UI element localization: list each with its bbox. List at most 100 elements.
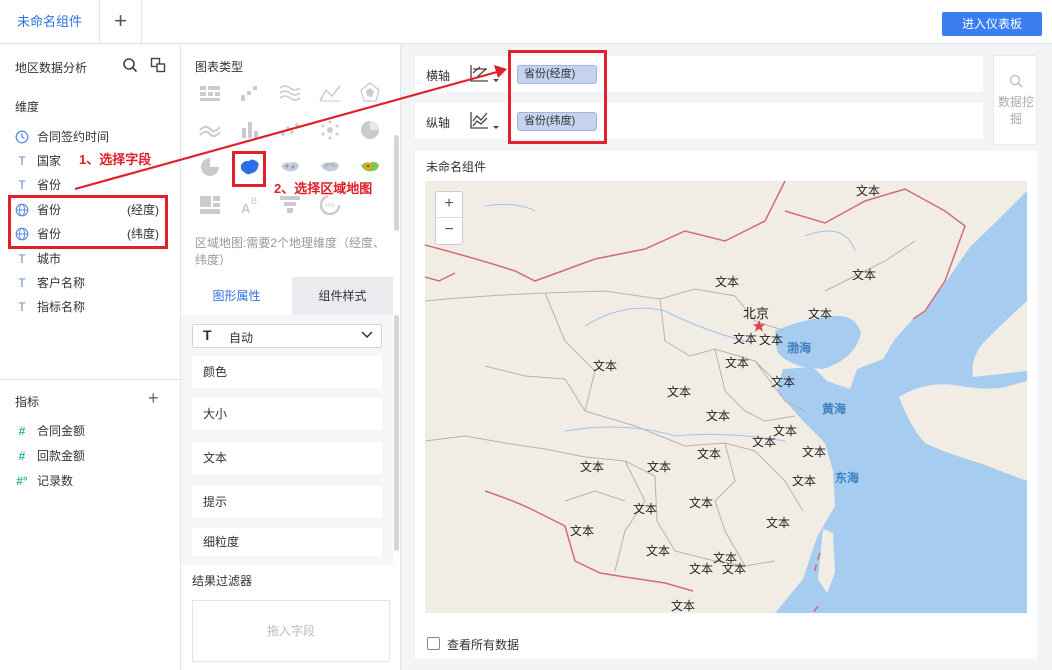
- chart-type-description: 区域地图:需要2个地理维度（经度、纬度）: [195, 236, 386, 267]
- dimension-field-customer[interactable]: T 客户名称: [15, 273, 165, 293]
- step-bar-chart-icon[interactable]: [238, 81, 262, 105]
- annotation-step1-text: 1、选择字段: [79, 152, 152, 167]
- map-point-label: 文本: [633, 502, 658, 516]
- data-mining-button[interactable]: 数据挖掘: [993, 55, 1037, 145]
- tab-component-style[interactable]: 组件样式: [292, 277, 393, 315]
- point-map-chart-icon[interactable]: [278, 155, 302, 179]
- pie-chart-icon[interactable]: [358, 118, 382, 142]
- map-point-label: 文本: [773, 424, 798, 438]
- prop-text[interactable]: 文本: [192, 442, 382, 474]
- prop-size[interactable]: 大小: [192, 398, 382, 430]
- graph-properties-area: T 自动 颜色 大小 文本 提示 细粒度: [181, 315, 393, 565]
- add-tab-button[interactable]: +: [100, 0, 142, 44]
- chart-type-panel: 图表类型 AB 60% 区域地图:需要2个地理维度（经度、纬度） 图形属性 组件…: [181, 45, 401, 670]
- checkbox-box[interactable]: [427, 637, 440, 650]
- number-type-icon: #: [18, 449, 26, 463]
- map-point-label: 文本: [593, 359, 618, 373]
- y-axis-row[interactable]: 纵轴 省份(纬度): [415, 103, 983, 139]
- map-zoom-control: + −: [435, 191, 463, 245]
- bar-chart-icon[interactable]: [238, 118, 262, 142]
- tab-unnamed-component[interactable]: 未命名组件: [0, 0, 100, 44]
- panel-divider: [0, 379, 181, 380]
- map-point-label: 文本: [646, 544, 671, 558]
- data-mining-icon: [1009, 74, 1023, 88]
- annotation-box-axes: [508, 50, 607, 144]
- bubble-chart-icon[interactable]: [318, 118, 342, 142]
- shape-type-select[interactable]: T 自动: [192, 324, 382, 348]
- map-point-label: 文本: [722, 562, 747, 576]
- metric-field-payment-amount[interactable]: # 回款金额: [15, 446, 165, 466]
- map-point-label: 文本: [752, 435, 777, 449]
- prop-color[interactable]: 颜色: [192, 356, 382, 388]
- prop-tooltip[interactable]: 提示: [192, 486, 382, 518]
- metric-field-record-count[interactable]: #° 记录数: [15, 471, 165, 491]
- filter-drop-zone[interactable]: 拖入字段: [192, 600, 390, 662]
- map-point-label: 文本: [697, 447, 722, 461]
- search-icon[interactable]: [122, 57, 138, 73]
- cross-table-chart-icon[interactable]: [198, 81, 222, 105]
- word-cloud-chart-icon[interactable]: AB: [238, 193, 262, 217]
- donut-chart-icon[interactable]: [198, 155, 222, 179]
- svg-text:60%: 60%: [325, 203, 336, 209]
- switch-dataset-icon[interactable]: [150, 57, 166, 73]
- map-point-label: 文本: [852, 268, 877, 282]
- map-point-label: 文本: [733, 332, 758, 346]
- annotation-box-fields: [8, 195, 168, 249]
- y-axis-label: 纵轴: [426, 116, 451, 130]
- map-point-label: 文本: [766, 516, 791, 530]
- region-map[interactable]: + − 北京 渤海 黄海 东海 文本 文本 文本 文本 文本 文本 文本 文本 …: [425, 181, 1027, 613]
- area-chart-icon[interactable]: [318, 81, 342, 105]
- annotation-step2-text: 2、选择区域地图: [274, 181, 373, 196]
- map-point-label: 文本: [570, 524, 595, 538]
- radar-chart-icon[interactable]: [358, 81, 382, 105]
- x-axis-label: 横轴: [426, 69, 451, 83]
- multi-line-chart-icon[interactable]: [198, 118, 222, 142]
- svg-text:A: A: [241, 201, 251, 216]
- scatter-chart-icon[interactable]: [278, 118, 302, 142]
- prop-granularity[interactable]: 细粒度: [192, 528, 382, 556]
- wave-line-chart-icon[interactable]: [278, 81, 302, 105]
- map-point-label: 文本: [667, 385, 692, 399]
- dimension-field-province[interactable]: T 省份: [15, 175, 165, 195]
- number-type-icon: #: [18, 424, 26, 438]
- zoom-out-button[interactable]: −: [436, 218, 462, 244]
- heat-map-chart-icon[interactable]: [358, 155, 382, 179]
- text-type-icon: T: [18, 276, 26, 290]
- metric-field-contract-amount[interactable]: # 合同金额: [15, 421, 165, 441]
- property-tabs: 图形属性 组件样式: [181, 277, 393, 315]
- map-point-label: 文本: [671, 599, 696, 613]
- map-point-label: 文本: [808, 307, 833, 321]
- sea-label-yellow-sea: 黄海: [822, 402, 847, 416]
- map-point-label: 文本: [725, 356, 750, 370]
- axis-chart-type-icon[interactable]: [469, 62, 501, 86]
- dimension-field-indicator[interactable]: T 指标名称: [15, 297, 165, 317]
- treemap-chart-icon[interactable]: [198, 193, 222, 217]
- result-filter-title: 结果过滤器: [192, 574, 253, 588]
- dataset-title: 地区数据分析: [15, 61, 88, 75]
- component-title: 未命名组件: [426, 160, 487, 174]
- text-type-icon: T: [18, 154, 26, 168]
- sea-label-bohai: 渤海: [787, 341, 812, 355]
- axis-chart-type-icon[interactable]: [469, 109, 501, 133]
- zoom-in-button[interactable]: +: [436, 192, 462, 218]
- metric-section-label: 指标: [15, 395, 40, 409]
- chart-type-scrollbar[interactable]: [394, 135, 399, 231]
- map-point-label: 文本: [647, 460, 672, 474]
- dimension-field-city[interactable]: T 城市: [15, 249, 165, 269]
- map-point-label: 文本: [856, 184, 881, 198]
- property-scrollbar[interactable]: [394, 315, 399, 551]
- flow-map-chart-icon[interactable]: [318, 155, 342, 179]
- x-axis-row[interactable]: 横轴 省份(经度): [415, 56, 983, 92]
- map-point-label: 文本: [706, 409, 731, 423]
- chart-type-title: 图表类型: [195, 60, 244, 74]
- tab-graph-properties[interactable]: 图形属性: [181, 277, 292, 315]
- enter-dashboard-button[interactable]: 进入仪表板: [942, 12, 1042, 36]
- text-type-icon: T: [18, 252, 26, 266]
- map-point-label: 文本: [802, 445, 827, 459]
- dimension-field-contract-time[interactable]: 合同签约时间: [15, 127, 165, 147]
- record-count-icon: #°: [16, 474, 28, 488]
- map-point-label: 文本: [715, 275, 740, 289]
- map-point-label: 文本: [580, 460, 605, 474]
- add-metric-icon[interactable]: +: [148, 388, 159, 409]
- svg-text:B: B: [251, 196, 257, 206]
